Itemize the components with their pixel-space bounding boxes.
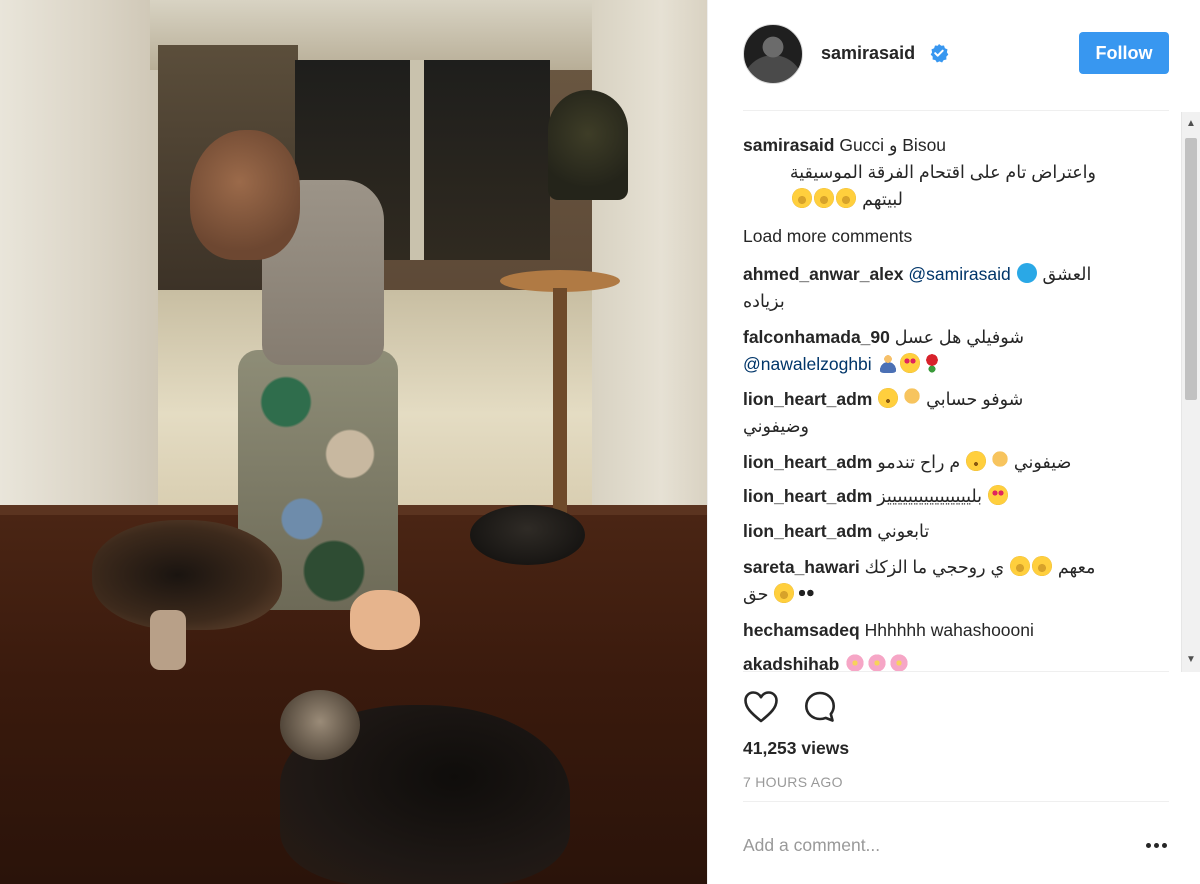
caption-line-3: لبيتهم [862, 189, 903, 209]
comment: falconhamada_90 شوفيلي هل عسل [743, 324, 1174, 351]
comment-username[interactable]: lion_heart_adm [743, 389, 872, 409]
comment-text-line-2: بزياده [743, 291, 785, 311]
winking-emoji-icon [878, 388, 899, 408]
photo-wall [0, 0, 158, 540]
heart-eyes-emoji-icon [987, 485, 1008, 505]
blossom-emoji-icon [889, 653, 910, 672]
comment-text: م راح تندمو [877, 452, 961, 472]
comment-username[interactable]: sareta_hawari [743, 557, 860, 577]
comment-continuation: حق [743, 581, 1174, 608]
comment-text-b: معهم [1057, 557, 1096, 577]
comment-bubble-icon[interactable] [803, 690, 837, 724]
view-count[interactable]: 41,253 views [743, 738, 849, 759]
post-header: samirasaid Follow [743, 24, 1169, 111]
post-timestamp[interactable]: 7 HOURS AGO [743, 774, 843, 790]
comments-list: samirasaid Gucci و Bisou واعتراض تام على… [743, 132, 1174, 672]
comment-text-b: ضيفوني [1013, 452, 1072, 472]
comment-continuation: @nawalelzoghbi [743, 351, 1174, 378]
photo-person-head [190, 130, 300, 260]
comment: lion_heart_adm ضيفوني م راح تندمو [743, 449, 1174, 476]
comments-scrollbar[interactable]: ▲ ▼ [1181, 112, 1200, 672]
post-actions: 41,253 views 7 HOURS AGO [743, 671, 1169, 801]
post-details-panel: samirasaid Follow samirasaid Gucci و Bis… [707, 0, 1200, 884]
photo-person-shoe [350, 590, 420, 650]
caption-username[interactable]: samirasaid [743, 135, 834, 155]
comment-username[interactable]: hechamsadeq [743, 620, 860, 640]
comment-text: Hhhhhh wahashoooni [864, 620, 1034, 640]
comment: lion_heart_adm بلييييييييييييييييز [743, 483, 1174, 510]
photo-table-base [470, 505, 585, 565]
photo-window-frame [410, 60, 424, 260]
photo-dog-1 [92, 520, 282, 630]
photo-wall-right [592, 0, 707, 590]
blossom-emoji-icon [845, 653, 866, 672]
comment-username[interactable]: falconhamada_90 [743, 327, 890, 347]
rose-emoji-icon [921, 353, 942, 373]
laughing-emoji-icon [792, 188, 813, 208]
caption-line-2: واعتراض تام على اقتحام الفرقة الموسيقية [789, 162, 1096, 182]
blossom-emoji-icon [867, 653, 888, 672]
caption: samirasaid Gucci و Bisou [743, 132, 1174, 159]
comment-mention[interactable]: @samirasaid [908, 264, 1010, 284]
laughing-emoji-icon [836, 188, 857, 208]
heart-eyes-emoji-icon [899, 353, 920, 373]
caption-line-1: Gucci و Bisou [839, 135, 947, 155]
dot [1153, 842, 1159, 848]
ok-hand-emoji-icon [988, 451, 1009, 471]
scrollbar-thumb[interactable] [1185, 138, 1197, 400]
header-username[interactable]: samirasaid [821, 43, 915, 64]
comment: akadshihab [743, 651, 1174, 672]
comment-continuation: وضيفوني [743, 413, 1174, 440]
photo-dog-1-leg [150, 610, 186, 670]
comment-username[interactable]: lion_heart_adm [743, 486, 872, 506]
winking-emoji-icon [966, 451, 987, 471]
comment-text: العشق [1042, 264, 1092, 284]
caption-line-3-wrap: لبيتهم [743, 186, 903, 213]
add-comment-section [743, 801, 1169, 884]
dot [1145, 842, 1151, 848]
heart-icon[interactable] [743, 690, 779, 724]
laughing-emoji-icon [814, 188, 835, 208]
follow-button[interactable]: Follow [1079, 32, 1169, 74]
blue-circle-emoji-icon [1016, 263, 1037, 283]
load-more-comments-link[interactable]: Load more comments [743, 223, 1174, 250]
photo-dog-2-head [280, 690, 360, 760]
comment-mention[interactable]: @nawalelzoghbi [743, 354, 872, 374]
comment-text: تابعوني [877, 521, 930, 541]
comment: lion_heart_adm شوفو حسابي [743, 386, 1174, 413]
laughing-emoji-icon [1010, 556, 1031, 576]
comment: sareta_hawari معهم ي روحجي ما الزكك [743, 554, 1174, 581]
verified-badge-icon [930, 44, 949, 63]
comment: ahmed_anwar_alex @samirasaid العشق [743, 261, 1174, 288]
photo-table-leg [553, 288, 567, 518]
comment-text-line-2: وضيفوني [743, 416, 809, 436]
laughing-emoji-icon [774, 583, 795, 603]
ok-hand-emoji-icon [900, 388, 921, 408]
dot [1161, 842, 1167, 848]
eyes-emoji-icon [796, 583, 817, 603]
comment-text: ي روحجي ما الزكك [864, 557, 1005, 577]
comment-username[interactable]: ahmed_anwar_alex [743, 264, 904, 284]
comment: lion_heart_adm تابعوني [743, 518, 1174, 545]
comment-username[interactable]: lion_heart_adm [743, 521, 872, 541]
comment-text-line-2: حق [743, 584, 769, 604]
scroll-down-arrow-icon[interactable]: ▼ [1182, 650, 1200, 668]
comment: hechamsadeq Hhhhhh wahashoooni [743, 617, 1174, 644]
laughing-emoji-icon [1032, 556, 1053, 576]
photo-plant [548, 90, 628, 200]
comment-text: شوفو حسابي [926, 389, 1024, 409]
comment-continuation: بزياده [743, 288, 1174, 315]
add-comment-input[interactable] [743, 830, 1123, 860]
comment-text: شوفيلي هل عسل [894, 327, 1024, 347]
comment-username[interactable]: lion_heart_adm [743, 452, 872, 472]
hugging-emoji-icon [877, 353, 898, 373]
comment-text: بلييييييييييييييييز [877, 486, 983, 506]
scroll-up-arrow-icon[interactable]: ▲ [1182, 114, 1200, 132]
avatar[interactable] [743, 24, 803, 84]
comment-username[interactable]: akadshihab [743, 654, 839, 672]
more-options-icon[interactable] [1143, 832, 1169, 858]
post-photo[interactable] [0, 0, 707, 884]
